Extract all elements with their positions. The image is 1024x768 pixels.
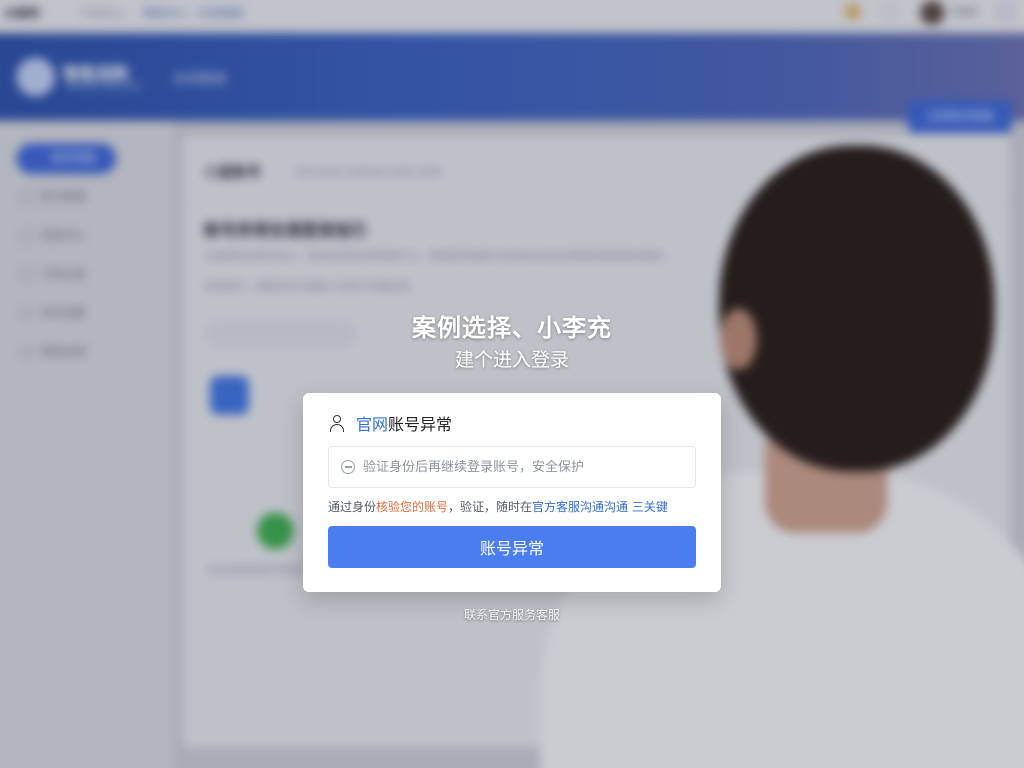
- official-service-link[interactable]: 官方客服沟通沟通: [532, 500, 628, 514]
- dialog-title-highlight: 官网: [356, 415, 389, 434]
- dialog-note: 通过身份核验您的账号，验证，随时在官方客服沟通沟通 三关键: [328, 498, 668, 515]
- shield-icon: [341, 460, 355, 474]
- note-warning: 核验您的账号: [376, 500, 449, 514]
- overlay-subtitle: 建个进入登录: [454, 349, 569, 371]
- verification-input[interactable]: [363, 459, 683, 475]
- dialog-header: 官网 账号异常: [328, 411, 452, 435]
- login-dialog: 官网 账号异常 通过身份核验您的账号，验证，随时在官方客服沟通沟通 三关键 账号…: [303, 393, 721, 592]
- overlay-title: 案例选择、小李充: [412, 314, 612, 342]
- user-icon: [328, 414, 346, 432]
- dialog-title: 账号异常: [388, 415, 453, 434]
- contact-service-link[interactable]: 联系官方服务客服: [0, 606, 1024, 623]
- note-suffix-link[interactable]: 三关键: [628, 500, 668, 514]
- modal-backdrop: [0, 0, 1024, 768]
- note-middle: ，验证，随时在: [448, 500, 533, 514]
- note-prefix: 通过身份: [328, 500, 377, 514]
- account-abnormal-button[interactable]: 账号异常: [328, 526, 696, 568]
- verification-field[interactable]: [328, 446, 696, 488]
